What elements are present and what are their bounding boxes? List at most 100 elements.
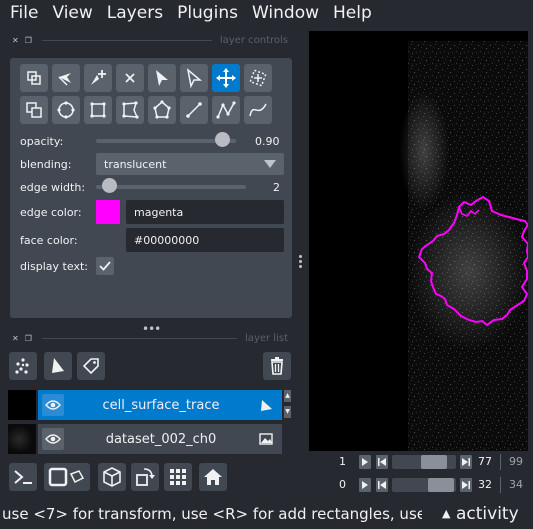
shapes-layer-icon: [261, 400, 272, 411]
layer-list-title: layer list: [245, 332, 288, 344]
checkmark-icon: [99, 261, 111, 271]
step-back-button[interactable]: [376, 478, 388, 492]
display-text-checkbox[interactable]: [96, 257, 114, 275]
play-button[interactable]: [359, 478, 371, 492]
new-labels-button[interactable]: [77, 352, 105, 380]
console-icon: [14, 470, 32, 484]
layer-row-dataset-002-ch0[interactable]: dataset_002_ch0: [8, 424, 284, 454]
edge-color-value: magenta: [134, 205, 184, 219]
dim-slider-row-1: 1 77 99: [309, 454, 533, 470]
play-button[interactable]: [359, 455, 371, 469]
menu-layers[interactable]: Layers: [107, 3, 163, 23]
layer-list-scrollbar[interactable]: ▲ ▼: [284, 390, 291, 418]
layer-thumbnail: [8, 424, 36, 454]
menu-help[interactable]: Help: [333, 3, 372, 23]
dim-label: 1: [339, 455, 346, 468]
home-icon: [204, 469, 222, 485]
add-vertex-button[interactable]: [84, 64, 112, 92]
direct-select-vertex-button[interactable]: [180, 64, 208, 92]
pan-zoom-button[interactable]: [212, 64, 240, 92]
visibility-toggle[interactable]: [42, 428, 64, 450]
move-back-button[interactable]: [20, 96, 48, 124]
roll-dims-button[interactable]: [131, 463, 159, 491]
activity-button[interactable]: activity: [456, 504, 519, 524]
layer-name[interactable]: dataset_002_ch0: [68, 432, 254, 447]
ndisplay-button[interactable]: [44, 463, 90, 491]
opacity-label: opacity:: [20, 135, 64, 148]
edge-width-slider-track[interactable]: [96, 185, 246, 189]
viewer-canvas[interactable]: [309, 31, 528, 451]
rectangle-button[interactable]: [84, 96, 112, 124]
square-2d-icon: [48, 467, 85, 487]
toggle-3d-button[interactable]: [98, 463, 126, 491]
layer-row-cell-surface-trace[interactable]: cell_surface_trace: [8, 390, 284, 420]
ellipse-button[interactable]: [52, 96, 80, 124]
eye-icon: [45, 434, 61, 444]
delete-shape-button[interactable]: [116, 64, 144, 92]
dim-current-value[interactable]: 32: [478, 478, 492, 491]
menu-window[interactable]: Window: [252, 3, 319, 23]
visibility-toggle[interactable]: [42, 394, 64, 416]
transform-icon: [249, 69, 267, 87]
new-points-button[interactable]: [9, 352, 37, 380]
dim-slider-row-0: 0 32 34: [309, 477, 533, 493]
menu-plugins[interactable]: Plugins: [177, 3, 238, 23]
polyline-button[interactable]: [244, 96, 272, 124]
trash-icon: [271, 357, 283, 375]
image-canvas[interactable]: [309, 31, 528, 451]
dim-total-value: 99: [509, 455, 523, 468]
dock-float-icon[interactable]: ❐: [25, 334, 32, 343]
layer-item[interactable]: dataset_002_ch0: [38, 424, 282, 454]
layer-name[interactable]: cell_surface_trace: [68, 398, 254, 413]
rectangle-icon: [90, 102, 106, 118]
dim-slider-handle[interactable]: [421, 455, 448, 469]
transform-button[interactable]: [244, 64, 272, 92]
edge-width-slider-handle[interactable]: [101, 178, 117, 193]
dim-current-value[interactable]: 77: [478, 455, 492, 468]
new-shapes-button[interactable]: [44, 352, 72, 380]
scroll-up-icon[interactable]: ▲: [284, 390, 291, 402]
console-button[interactable]: [9, 463, 37, 491]
face-color-label: face color:: [20, 234, 78, 247]
menu-file[interactable]: File: [10, 3, 38, 23]
select-shapes-button[interactable]: [148, 64, 176, 92]
status-bar: use <7> for transform, use <R> for add r…: [0, 500, 533, 529]
dock-close-icon[interactable]: ✕: [12, 334, 19, 343]
delete-layer-button[interactable]: [263, 352, 291, 380]
dock-close-icon[interactable]: ✕: [12, 36, 19, 45]
line-icon: [186, 102, 202, 118]
scroll-down-icon[interactable]: ▼: [284, 406, 291, 418]
polygon-lasso-button[interactable]: [148, 96, 176, 124]
image-layer-icon: [259, 433, 273, 445]
layer-thumbnail: [8, 390, 36, 420]
step-forward-button[interactable]: [460, 478, 472, 492]
path-button[interactable]: [212, 96, 240, 124]
opacity-value: 0.90: [255, 135, 280, 148]
blending-dropdown[interactable]: translucent: [96, 153, 284, 175]
select-shapes-icon: [156, 70, 168, 86]
direct-select-button[interactable]: [52, 64, 80, 92]
splitter-handle[interactable]: [299, 255, 303, 271]
tag-icon: [82, 358, 99, 375]
layer-item-selected[interactable]: cell_surface_trace: [38, 390, 282, 420]
step-back-icon: [378, 458, 386, 466]
dim-slider-handle[interactable]: [427, 478, 454, 492]
step-forward-button[interactable]: [460, 455, 472, 469]
eye-icon: [45, 400, 61, 410]
line-button[interactable]: [180, 96, 208, 124]
menu-view[interactable]: View: [52, 3, 92, 23]
layer-controls-panel: opacity: 0.90 blending: translucent edge…: [10, 58, 292, 318]
chevron-up-icon[interactable]: ▲: [442, 507, 450, 520]
opacity-slider-handle[interactable]: [215, 132, 230, 147]
edge-color-swatch[interactable]: [96, 200, 120, 224]
menu-bar: File View Layers Plugins Window Help: [0, 0, 533, 26]
face-color-field[interactable]: #00000000: [126, 228, 284, 252]
dock-float-icon[interactable]: ❐: [25, 36, 32, 45]
polygon-button[interactable]: [116, 96, 144, 124]
add-vertex-icon: [91, 70, 106, 85]
select-vertices-button[interactable]: [20, 64, 48, 92]
edge-color-field[interactable]: magenta: [126, 200, 284, 224]
home-button[interactable]: [199, 463, 227, 491]
grid-view-button[interactable]: [164, 463, 192, 491]
step-back-button[interactable]: [376, 455, 388, 469]
